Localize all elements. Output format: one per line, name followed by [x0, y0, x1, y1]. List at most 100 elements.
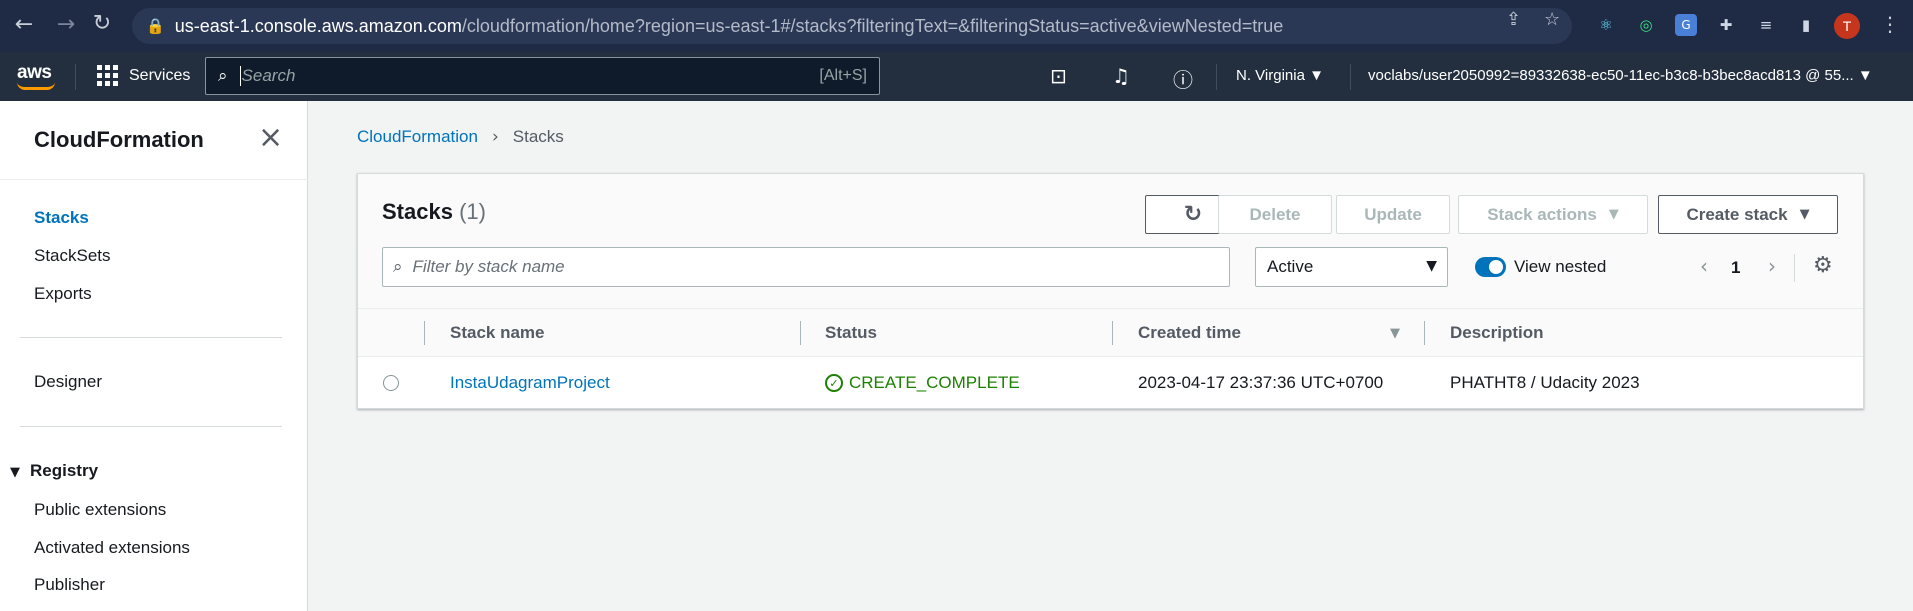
aws-logo-text: aws — [17, 62, 52, 83]
profile-avatar[interactable]: T — [1834, 13, 1860, 39]
sidebar-item-activated-extensions[interactable]: Activated extensions — [34, 538, 190, 558]
table-header-area: Stacks (1) ↻ Delete Update Stack actions… — [358, 174, 1863, 309]
caret-down-icon: ▼ — [1799, 207, 1810, 222]
breadcrumb: CloudFormation › Stacks — [357, 127, 564, 147]
nav-divider — [1216, 64, 1217, 90]
sidebar-item-designer[interactable]: Designer — [34, 372, 102, 392]
view-nested-label: View nested — [1514, 257, 1607, 276]
create-stack-label: Create stack — [1686, 204, 1788, 224]
sort-down-icon[interactable]: ▼ — [1390, 326, 1400, 341]
translate-extension-icon[interactable]: G — [1675, 14, 1697, 36]
sidebar-item-stacksets[interactable]: StackSets — [34, 246, 111, 266]
help-icon[interactable]: ⓘ — [1173, 64, 1193, 93]
puzzle-extensions-icon[interactable]: ✚ — [1715, 14, 1737, 36]
stack-actions-button[interactable]: Stack actions ▼ — [1458, 195, 1648, 234]
search-icon: ⌕ — [393, 257, 403, 277]
column-header-created-time[interactable]: Created time — [1138, 323, 1241, 343]
breadcrumb-stacks: Stacks — [512, 127, 564, 146]
url-path: /cloudformation/home?region=us-east-1#/s… — [461, 15, 1284, 36]
search-shortcut-hint: [Alt+S] — [819, 67, 867, 84]
caret-down-icon: ▼ — [1426, 258, 1437, 274]
extension-ring-icon[interactable]: ◎ — [1635, 14, 1657, 36]
status-cell: ✓ CREATE_COMPLETE — [825, 373, 1020, 393]
side-panel-icon[interactable]: ▮ — [1795, 14, 1817, 36]
chevron-right-icon[interactable]: › — [1768, 254, 1776, 278]
sidebar-item-stacks[interactable]: Stacks — [34, 208, 89, 228]
divider — [1794, 254, 1795, 282]
aws-top-nav: aws Services ⌕ [Alt+S] ⊡ ♫ ⓘ N. Virginia… — [0, 52, 1913, 101]
close-icon[interactable]: × — [258, 123, 283, 153]
description-cell: PHATHT8 / Udacity 2023 — [1450, 373, 1640, 392]
forward-icon[interactable]: → — [48, 12, 84, 37]
page-title: Stacks (1) — [382, 199, 486, 225]
toggle-knob — [1489, 260, 1503, 274]
caret-down-icon: ▼ — [10, 465, 20, 480]
sidebar-item-public-extensions[interactable]: Public extensions — [34, 500, 166, 520]
delete-button[interactable]: Delete — [1218, 195, 1332, 234]
row-select-radio[interactable] — [383, 375, 399, 391]
panel-title-text: Stacks — [382, 199, 453, 224]
nav-divider — [75, 64, 76, 90]
star-icon[interactable]: ☆ — [1544, 9, 1560, 30]
gear-icon[interactable]: ⚙ — [1813, 253, 1833, 278]
side-navigation: CloudFormation × Stacks StackSets Export… — [0, 101, 308, 611]
account-menu[interactable]: voclabs/user2050992=89332638-ec50-11ec-b… — [1368, 67, 1898, 84]
browser-toolbar: ← → ↻ 🔒 us-east-1.console.aws.amazon.com… — [0, 0, 1913, 52]
divider — [20, 426, 282, 427]
update-button[interactable]: Update — [1336, 195, 1450, 234]
page-number[interactable]: 1 — [1731, 258, 1740, 278]
sidebar-item-exports[interactable]: Exports — [34, 284, 92, 304]
sidebar-title[interactable]: CloudFormation — [34, 127, 204, 153]
chevron-right-icon: › — [491, 127, 499, 147]
reload-icon[interactable]: ↻ — [84, 11, 120, 36]
grid-icon — [97, 65, 118, 86]
bell-icon[interactable]: ♫ — [1112, 64, 1130, 88]
stack-name-link[interactable]: InstaUdagramProject — [450, 373, 610, 393]
kebab-menu-icon[interactable]: ⋮ — [1880, 12, 1900, 36]
share-icon[interactable]: ⇪ — [1506, 9, 1521, 30]
url-host: us-east-1.console.aws.amazon.com — [174, 15, 462, 36]
reading-list-icon[interactable]: ≡ — [1755, 14, 1777, 36]
chevron-left-icon[interactable]: ‹ — [1700, 254, 1708, 278]
sidebar-section-label: Registry — [30, 461, 99, 480]
divider — [20, 337, 282, 338]
search-icon: ⌕ — [218, 66, 228, 86]
nav-divider — [1350, 64, 1351, 90]
column-header-status[interactable]: Status — [825, 323, 877, 343]
view-nested-toggle[interactable] — [1475, 257, 1506, 277]
column-divider — [1112, 321, 1113, 345]
check-circle-icon: ✓ — [825, 374, 843, 392]
services-menu[interactable]: Services — [97, 65, 190, 86]
column-divider — [424, 321, 425, 345]
caret-down-icon: ▼ — [1608, 207, 1619, 222]
status-filter-select[interactable]: Active ▼ — [1255, 247, 1448, 287]
lock-icon[interactable]: 🔒 — [146, 17, 165, 35]
filter-field[interactable]: ⌕ — [382, 247, 1230, 287]
column-divider — [800, 321, 801, 345]
stacks-table-container: Stacks (1) ↻ Delete Update Stack actions… — [357, 173, 1864, 409]
column-header-description[interactable]: Description — [1450, 323, 1544, 343]
column-divider — [1424, 321, 1425, 345]
address-bar[interactable]: 🔒 us-east-1.console.aws.amazon.com/cloud… — [132, 8, 1572, 44]
stack-actions-label: Stack actions — [1487, 204, 1597, 224]
sidebar-item-publisher[interactable]: Publisher — [34, 575, 105, 595]
back-icon[interactable]: ← — [6, 12, 42, 37]
services-label: Services — [129, 66, 191, 84]
breadcrumb-cloudformation[interactable]: CloudFormation — [357, 127, 478, 147]
region-selector[interactable]: N. Virginia ▼ — [1236, 67, 1324, 84]
divider — [0, 179, 308, 180]
table-row[interactable]: InstaUdagramProject ✓ CREATE_COMPLETE 202… — [358, 357, 1863, 408]
search-box[interactable]: ⌕ [Alt+S] — [205, 57, 880, 95]
react-devtools-extension-icon[interactable]: ⚛ — [1595, 14, 1617, 36]
create-stack-button[interactable]: Create stack ▼ — [1658, 195, 1838, 234]
column-header-stack-name[interactable]: Stack name — [450, 323, 545, 343]
filter-input[interactable] — [412, 257, 1193, 277]
text-caret — [239, 66, 241, 86]
cloudshell-icon[interactable]: ⊡ — [1050, 64, 1067, 88]
status-text: CREATE_COMPLETE — [849, 373, 1020, 392]
sidebar-section-registry[interactable]: ▼ Registry — [10, 461, 98, 481]
refresh-icon: ↻ — [1183, 202, 1203, 227]
search-input[interactable] — [241, 66, 782, 86]
aws-logo[interactable]: aws — [17, 62, 55, 90]
table-header-row: Stack name Status Created time ▼ Descrip… — [358, 309, 1863, 357]
